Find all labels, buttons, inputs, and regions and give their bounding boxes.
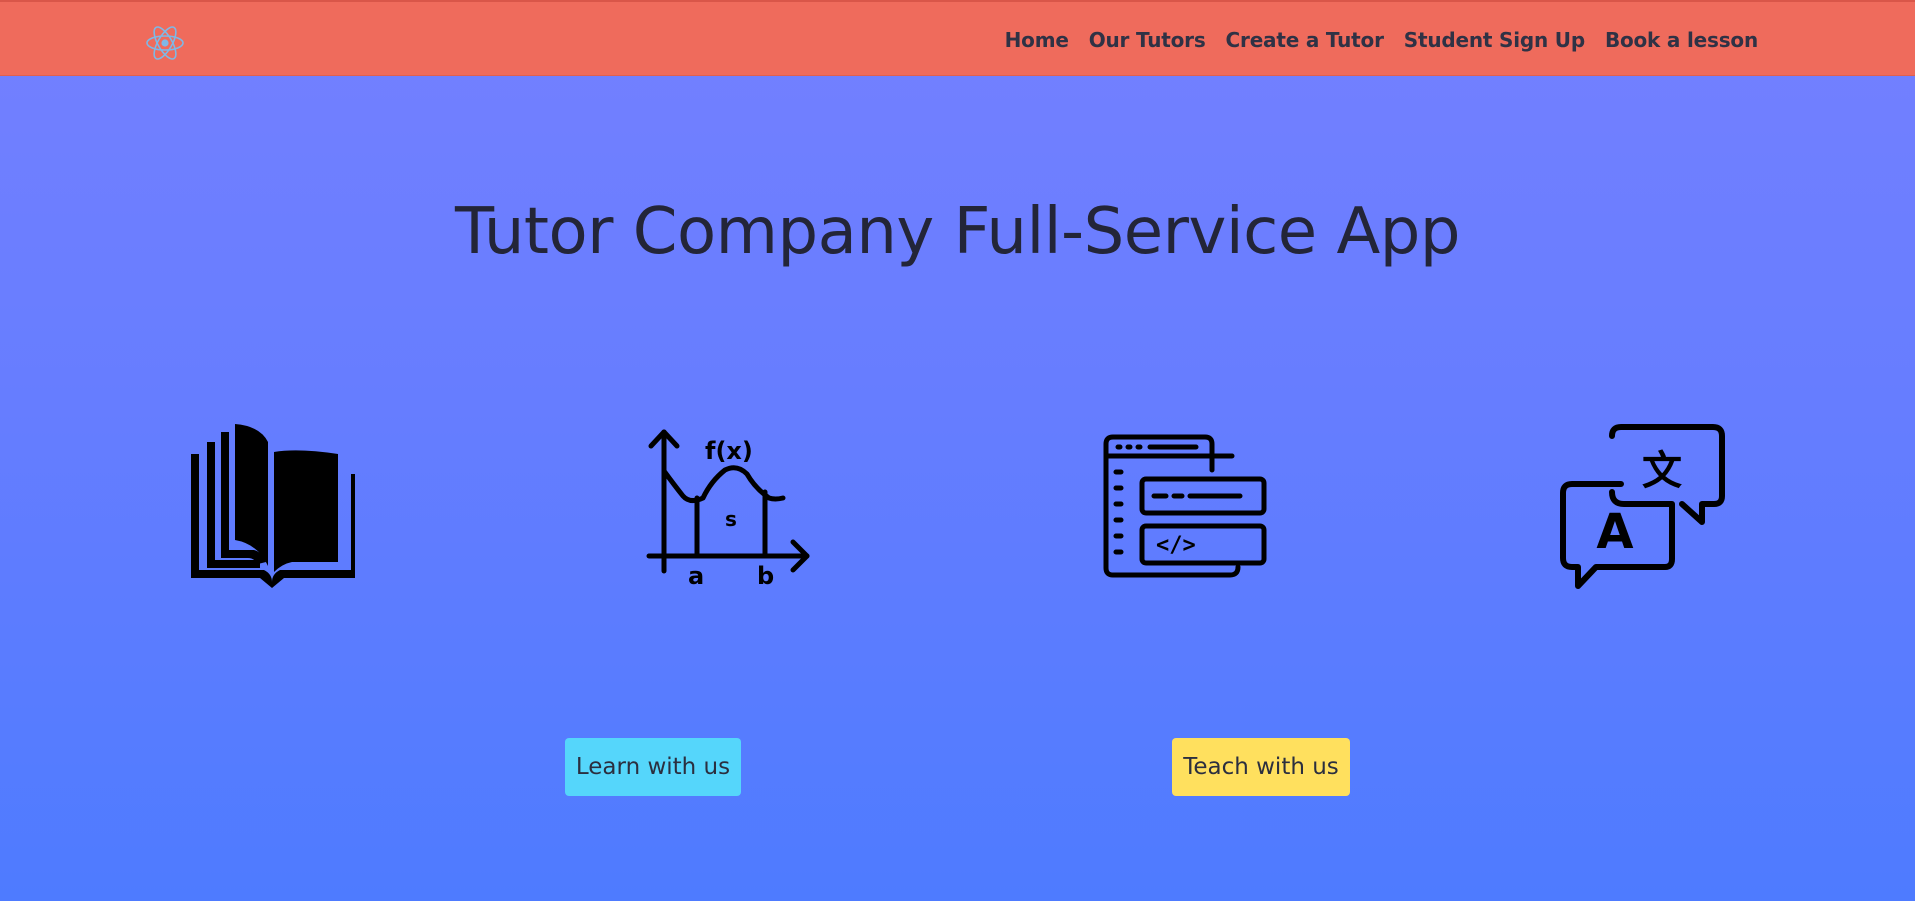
open-book-icon (191, 424, 355, 588)
teach-with-us-button[interactable]: Teach with us (1172, 738, 1350, 796)
a-label: a (688, 562, 704, 586)
math-function-graph-icon: f(x) s a b (646, 429, 810, 586)
nav-links: Home Our Tutors Create a Tutor Student S… (1005, 2, 1759, 78)
react-logo-icon[interactable] (144, 22, 186, 64)
s-label: s (725, 507, 737, 531)
nav-create-tutor[interactable]: Create a Tutor (1226, 28, 1384, 52)
nav-book-lesson[interactable]: Book a lesson (1605, 28, 1758, 52)
learn-with-us-button[interactable]: Learn with us (565, 738, 741, 796)
latin-glyph-label: A (1596, 504, 1633, 560)
code-window-icon: </> (1103, 434, 1267, 578)
cjk-glyph-label: 文 (1642, 448, 1682, 494)
fx-label: f(x) (705, 437, 753, 465)
nav-student-sign-up[interactable]: Student Sign Up (1404, 28, 1585, 52)
top-navbar: Home Our Tutors Create a Tutor Student S… (0, 0, 1915, 76)
code-tag-label: </> (1156, 533, 1196, 558)
translation-bubbles-icon: 文 A (1560, 424, 1725, 589)
nav-our-tutors[interactable]: Our Tutors (1089, 28, 1206, 52)
nav-home[interactable]: Home (1005, 28, 1069, 52)
page-title: Tutor Company Full-Service App (454, 195, 1461, 269)
b-label: b (757, 562, 774, 586)
